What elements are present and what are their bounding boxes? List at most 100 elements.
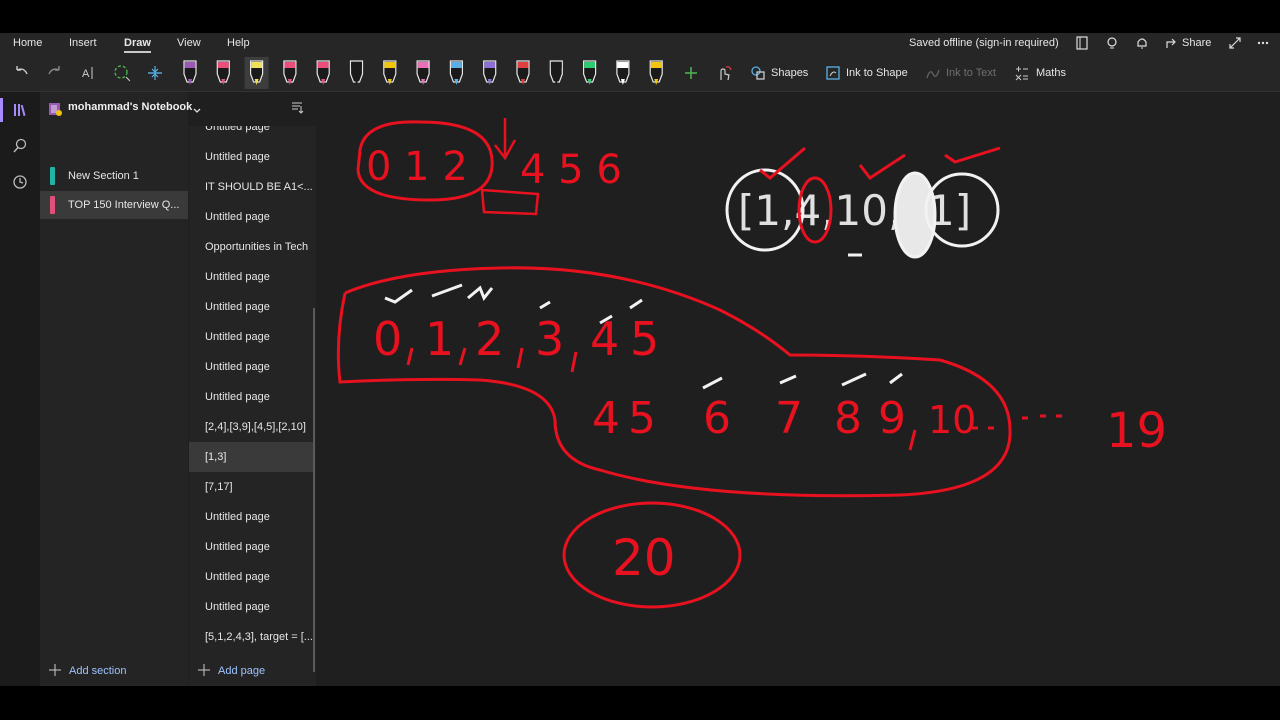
shapes-icon[interactable] [746, 61, 770, 85]
section-label: TOP 150 Interview Q... [68, 199, 180, 211]
draw-toolbar: A Shapes Ink to Shape Ink to Text Maths [0, 55, 1280, 92]
page-label: [7,17] [205, 481, 233, 493]
pen-7-icon[interactable] [383, 60, 397, 85]
ink-arrow [494, 118, 517, 161]
redo-icon[interactable] [43, 61, 67, 85]
notebook-title[interactable]: mohammad's Notebook [68, 101, 192, 113]
notebooks-icon[interactable] [0, 94, 40, 126]
touch-draw-icon[interactable] [712, 61, 736, 85]
menu-bar: Home Insert Draw View Help Saved offline… [0, 33, 1280, 55]
page-label: Untitled page [205, 361, 270, 373]
ink-number-20: 20 [612, 529, 676, 587]
pen-14-icon[interactable] [616, 60, 630, 85]
recent-icon[interactable] [0, 166, 40, 198]
shapes-button[interactable]: Shapes [771, 67, 808, 79]
ink-row1-3: 3 [535, 312, 564, 366]
pen-4-icon[interactable] [283, 60, 297, 85]
insert-space-icon[interactable] [143, 61, 167, 85]
pen-12-icon[interactable] [549, 60, 563, 85]
page-item[interactable]: Untitled page [189, 382, 315, 412]
add-page-button[interactable]: Add page [197, 662, 307, 686]
ink-box [480, 188, 540, 216]
section-new-section-1[interactable]: New Section 1 [40, 162, 188, 190]
ink-row2-5: 5 [628, 393, 656, 444]
pen-10-icon[interactable] [483, 60, 497, 85]
page-item[interactable]: Untitled page [189, 262, 315, 292]
ink-drawing: 0 1 2 4 5 6 [1,4,10, ,1] 0 1 2 3 4 5 4 5… [336, 118, 1167, 609]
ink-circle [893, 171, 937, 259]
page-item[interactable]: Untitled page [189, 592, 315, 622]
ink-checkmark [858, 153, 906, 181]
bell-icon[interactable] [1134, 35, 1150, 51]
page-item[interactable]: Untitled page [189, 322, 315, 352]
sync-status[interactable]: Saved offline (sign-in required) [909, 37, 1059, 49]
pen-11-icon[interactable] [516, 60, 530, 85]
pen-6-icon[interactable] [349, 60, 364, 85]
page-item[interactable]: Untitled page [189, 126, 315, 142]
maths-button[interactable]: Maths [1036, 67, 1066, 79]
page-item[interactable]: Untitled page [189, 352, 315, 382]
pen-2-icon[interactable] [216, 60, 230, 85]
page-item[interactable]: [5,1,2,4,3], target = [... [189, 622, 315, 652]
menu-home[interactable]: Home [13, 37, 42, 49]
menu-help[interactable]: Help [227, 37, 250, 49]
ink-to-text-icon[interactable] [921, 61, 945, 85]
page-label: [5,1,2,4,3], target = [... [205, 631, 313, 643]
page-item[interactable]: [7,17] [189, 472, 315, 502]
pen-13-icon[interactable] [583, 60, 597, 85]
ink-to-shape-button[interactable]: Ink to Shape [846, 67, 908, 79]
pen-8-icon[interactable] [416, 60, 430, 85]
page-list: Untitled page Untitled page IT SHOULD BE A… [189, 126, 316, 686]
lightbulb-icon[interactable] [1104, 35, 1120, 51]
notebook-icon[interactable] [1074, 35, 1090, 51]
share-button[interactable]: Share [1182, 37, 1211, 49]
expand-icon[interactable] [1227, 35, 1243, 51]
page-label: Untitled page [205, 331, 270, 343]
page-label: Untitled page [205, 511, 270, 523]
pen-3-icon[interactable] [244, 57, 269, 89]
pen-5-icon[interactable] [316, 60, 330, 85]
chevron-down-icon[interactable] [192, 103, 202, 121]
share-icon[interactable] [1164, 35, 1180, 51]
page-item[interactable]: Untitled page [189, 532, 315, 562]
page-item[interactable]: [1,3] [189, 442, 315, 472]
page-item[interactable]: [2,4],[3,9],[4,5],[2,10] [189, 412, 315, 442]
page-label: Untitled page [205, 541, 270, 553]
section-top-150[interactable]: TOP 150 Interview Q... [40, 191, 188, 219]
letterbox-bottom [0, 686, 1280, 720]
ink-checkmark [944, 146, 1001, 164]
maths-icon[interactable] [1010, 61, 1034, 85]
page-item[interactable]: Untitled page [189, 292, 315, 322]
menu-insert[interactable]: Insert [69, 37, 97, 49]
ink-row2-4: 4 [592, 393, 620, 444]
ink-to-text-button[interactable]: Ink to Text [946, 67, 996, 79]
undo-icon[interactable] [9, 61, 33, 85]
ink-ticks [702, 372, 903, 390]
page-item[interactable]: Untitled page [189, 502, 315, 532]
ink-to-shape-icon[interactable] [821, 61, 845, 85]
add-pen-icon[interactable] [679, 61, 703, 85]
type-tool-icon[interactable]: A [77, 61, 101, 85]
page-list-scrollbar[interactable] [313, 308, 315, 672]
ink-commas [908, 429, 917, 451]
pen-1-icon[interactable] [183, 60, 197, 85]
lasso-select-icon[interactable] [110, 61, 134, 85]
menu-draw[interactable]: Draw [124, 37, 151, 53]
page-canvas[interactable]: 0 1 2 4 5 6 [1,4,10, ,1] 0 1 2 3 4 5 4 5… [317, 92, 1280, 686]
pen-9-icon[interactable] [449, 60, 463, 85]
pen-gallery[interactable] [176, 55, 676, 91]
more-options-icon[interactable] [1255, 35, 1271, 51]
page-label: Untitled page [205, 301, 270, 313]
menu-view[interactable]: View [177, 37, 201, 49]
notebook-header[interactable]: mohammad's Notebook [40, 92, 316, 126]
page-item[interactable]: IT SHOULD BE A1<... [189, 172, 315, 202]
page-item[interactable]: Opportunities in Tech [189, 232, 315, 262]
search-icon[interactable] [0, 130, 40, 162]
page-label: Untitled page [205, 391, 270, 403]
page-label: Untitled page [205, 571, 270, 583]
page-item[interactable]: Untitled page [189, 142, 315, 172]
page-item[interactable]: Untitled page [189, 562, 315, 592]
pen-15-icon[interactable] [649, 60, 663, 85]
page-item[interactable]: Untitled page [189, 202, 315, 232]
sort-icon[interactable] [290, 100, 304, 119]
